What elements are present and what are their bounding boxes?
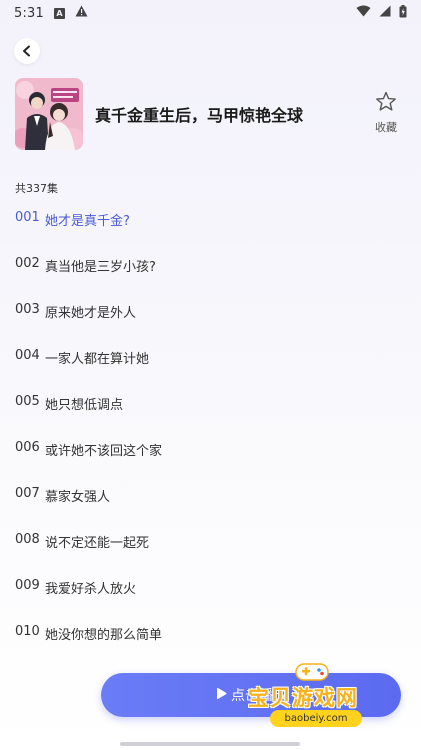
site-watermark: 宝贝游戏网 baobeiy.com [240, 658, 410, 738]
episode-row-007[interactable]: 007 慕家女强人 [15, 486, 406, 532]
back-button[interactable] [14, 38, 40, 64]
episode-title: 或许她不该回这个家 [45, 444, 163, 459]
episode-row-002[interactable]: 002 真当他是三岁小孩? [15, 256, 406, 302]
episode-title: 她才是真千金? [45, 214, 130, 229]
episode-row-004[interactable]: 004 一家人都在算计她 [15, 348, 406, 394]
episode-number: 008 [15, 532, 40, 547]
favorite-label: 收藏 [375, 121, 397, 134]
episode-number: 010 [15, 624, 40, 639]
episode-title: 她只想低调点 [45, 398, 124, 413]
episode-number: 005 [15, 394, 40, 409]
home-indicator [120, 742, 300, 746]
episode-number: 002 [15, 256, 40, 271]
episode-number: 009 [15, 578, 40, 593]
watermark-brand: 宝贝游戏网 [248, 686, 358, 710]
drama-header: 真千金重生后，马甲惊艳全球 收藏 [15, 78, 406, 150]
episode-number: 001 [15, 210, 40, 225]
favorite-button[interactable]: 收藏 [366, 91, 406, 135]
episode-number: 004 [15, 348, 40, 363]
episode-number: 003 [15, 302, 40, 317]
episode-list: 001 她才是真千金? 002 真当他是三岁小孩? 003 原来她才是外人 00… [15, 210, 406, 670]
signal-icon [379, 5, 391, 21]
episode-count: 共337集 [15, 182, 58, 195]
episode-number: 006 [15, 440, 40, 455]
watermark-url: baobeiy.com [270, 710, 362, 727]
notification-a-icon: A [54, 7, 65, 19]
chevron-left-icon [21, 42, 33, 61]
battery-icon [399, 4, 407, 22]
episode-title: 原来她才是外人 [45, 306, 137, 321]
wifi-icon [356, 5, 371, 21]
episode-title: 她没你想的那么简单 [45, 628, 163, 643]
status-bar: 5:31 A [0, 0, 421, 26]
episode-row-003[interactable]: 003 原来她才是外人 [15, 302, 406, 348]
star-icon [375, 91, 397, 116]
drama-cover-image[interactable] [15, 78, 83, 150]
episode-row-008[interactable]: 008 说不定还能一起死 [15, 532, 406, 578]
episode-row-006[interactable]: 006 或许她不该回这个家 [15, 440, 406, 486]
drama-title: 真千金重生后，马甲惊艳全球 [95, 106, 304, 125]
episode-row-009[interactable]: 009 我爱好杀人放火 [15, 578, 406, 624]
status-time: 5:31 [14, 5, 44, 21]
warning-icon [75, 5, 88, 21]
episode-title: 一家人都在算计她 [45, 352, 150, 367]
episode-row-001[interactable]: 001 她才是真千金? [15, 210, 406, 256]
episode-title: 说不定还能一起死 [45, 536, 150, 551]
episode-title: 真当他是三岁小孩? [45, 260, 156, 275]
episode-row-005[interactable]: 005 她只想低调点 [15, 394, 406, 440]
episode-number: 007 [15, 486, 40, 501]
play-icon [215, 687, 227, 704]
episode-title: 慕家女强人 [45, 490, 111, 505]
episode-title: 我爱好杀人放火 [45, 582, 137, 597]
